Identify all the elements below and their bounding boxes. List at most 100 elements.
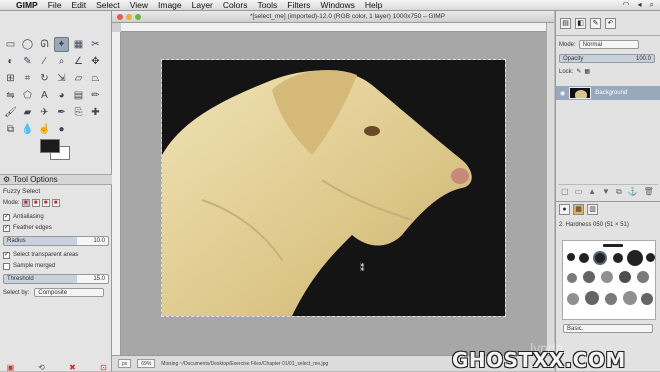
brush-item[interactable] — [619, 271, 631, 283]
select-transparent-checkbox[interactable]: ✓ — [3, 251, 10, 259]
brushes-tab-icon[interactable]: ● — [559, 203, 570, 215]
radius-slider[interactable]: Radius 10.0 — [3, 236, 109, 246]
brush-item[interactable] — [567, 253, 575, 261]
fuzzy-select-icon[interactable]: ✦ — [54, 37, 69, 52]
menu-view[interactable]: View — [130, 0, 148, 10]
brush-item[interactable] — [627, 250, 643, 266]
zoom-selector[interactable]: 69% — [137, 359, 156, 368]
lock-alpha-icon[interactable]: ▦ — [584, 68, 590, 75]
menu-tools[interactable]: Tools — [257, 0, 277, 10]
opacity-slider[interactable]: Opacity 100.0 — [559, 54, 655, 63]
pencil-icon[interactable]: ✏ — [88, 88, 103, 103]
menu-edit[interactable]: Edit — [71, 0, 86, 10]
brush-item[interactable] — [601, 271, 613, 283]
brush-tag-filter[interactable]: Basic. — [563, 324, 653, 333]
paintbrush-icon[interactable]: 🖌 — [3, 105, 18, 120]
brush-item[interactable] — [579, 253, 589, 263]
mode-add-button[interactable]: ■ — [31, 199, 40, 207]
blur-icon[interactable]: 💧 — [20, 122, 35, 137]
menu-filters[interactable]: Filters — [287, 0, 310, 10]
duplicate-layer-icon[interactable]: ⧉ — [616, 187, 622, 197]
color-picker-icon[interactable]: ⁄ — [37, 54, 52, 69]
mode-intersect-button[interactable]: ■ — [51, 199, 60, 207]
align-icon[interactable]: ⊞ — [3, 71, 18, 86]
scissors-select-icon[interactable]: ✂ — [88, 37, 103, 52]
smudge-icon[interactable]: ☝ — [37, 122, 52, 137]
menu-app-gimp[interactable]: GIMP — [16, 0, 38, 10]
visibility-eye-icon[interactable]: ◉ — [560, 90, 565, 97]
feather-edges-checkbox[interactable]: ✓ — [3, 224, 10, 232]
brush-item[interactable] — [605, 293, 617, 305]
ellipse-select-icon[interactable]: ◯ — [20, 37, 35, 52]
rect-select-icon[interactable]: ▭ — [3, 37, 18, 52]
layers-tab-icon[interactable]: ▤ — [560, 17, 571, 29]
brush-item[interactable] — [593, 251, 607, 265]
brush-item[interactable] — [637, 271, 649, 283]
search-icon[interactable]: ⌕ — [650, 0, 654, 10]
layer-row[interactable]: ◉ Background — [556, 86, 660, 100]
image-canvas[interactable] — [161, 59, 506, 317]
brush-item[interactable] — [567, 273, 577, 283]
menu-select[interactable]: Select — [96, 0, 120, 10]
menu-image[interactable]: Image — [158, 0, 182, 10]
lock-pixels-icon[interactable]: ✎ — [576, 68, 581, 75]
brush-item[interactable] — [623, 291, 637, 305]
brush-grid[interactable] — [562, 240, 656, 320]
brush-item[interactable] — [567, 293, 579, 305]
menu-windows[interactable]: Windows — [320, 0, 354, 10]
minimize-window-button[interactable] — [126, 13, 132, 20]
brush-item[interactable] — [585, 291, 599, 305]
ink-icon[interactable]: ✒ — [54, 105, 69, 120]
sample-merged-checkbox[interactable] — [3, 262, 10, 270]
antialiasing-checkbox[interactable]: ✓ — [3, 213, 10, 221]
text-icon[interactable]: A — [37, 88, 52, 103]
brush-item[interactable] — [646, 253, 655, 262]
color-select-icon[interactable]: ▦ — [71, 37, 86, 52]
cage-icon[interactable]: ⬠ — [20, 88, 35, 103]
layer-mode-dropdown[interactable]: Normal — [578, 40, 639, 49]
gradients-tab-icon[interactable]: ▥ — [587, 203, 598, 215]
bucket-fill-icon[interactable]: ◕ — [54, 88, 69, 103]
airbrush-icon[interactable]: ✈ — [37, 105, 52, 120]
unit-selector[interactable]: px — [118, 359, 132, 368]
measure-icon[interactable]: ∠ — [71, 54, 86, 69]
heal-icon[interactable]: ✚ — [88, 105, 103, 120]
eraser-icon[interactable]: ▰ — [20, 105, 35, 120]
shear-icon[interactable]: ▱ — [71, 71, 86, 86]
mode-replace-button[interactable]: ■ — [21, 199, 30, 207]
foreground-color[interactable] — [40, 139, 60, 153]
zoom-icon[interactable]: ⌕ — [54, 54, 69, 69]
perspective-icon[interactable]: ⏢ — [88, 71, 103, 86]
vertical-scrollbar[interactable] — [546, 23, 554, 355]
undo-tab-icon[interactable]: ↶ — [605, 17, 616, 29]
scale-icon[interactable]: ⇲ — [54, 71, 69, 86]
brush-item[interactable] — [641, 293, 653, 305]
blend-icon[interactable]: ▤ — [71, 88, 86, 103]
anchor-layer-icon[interactable]: ⚓ — [628, 187, 638, 196]
menu-colors[interactable]: Colors — [223, 0, 248, 10]
rotate-icon[interactable]: ↻ — [37, 71, 52, 86]
paths-tab-icon[interactable]: ✎ — [590, 17, 601, 29]
dodge-burn-icon[interactable]: ● — [54, 122, 69, 137]
channels-tab-icon[interactable]: ◧ — [575, 17, 586, 29]
patterns-tab-icon[interactable]: ▦ — [573, 203, 584, 215]
perspective-clone-icon[interactable]: ⧉ — [3, 122, 18, 137]
brush-item[interactable] — [613, 253, 623, 263]
raise-layer-icon[interactable]: ▲ — [588, 187, 596, 196]
paths-icon[interactable]: ✎ — [20, 54, 35, 69]
free-select-icon[interactable]: ᘏ — [37, 37, 52, 52]
close-window-button[interactable] — [117, 13, 123, 20]
menu-layer[interactable]: Layer — [192, 0, 213, 10]
threshold-slider[interactable]: Threshold 15.0 — [3, 274, 109, 284]
delete-layer-icon[interactable]: 🗑 — [644, 187, 654, 196]
menu-help[interactable]: Help — [365, 0, 382, 10]
mode-subtract-button[interactable]: ■ — [41, 199, 50, 207]
horizontal-ruler[interactable] — [121, 23, 546, 32]
brush-item[interactable] — [603, 244, 623, 247]
clone-icon[interactable]: ⎘ — [71, 105, 86, 120]
flip-icon[interactable]: ⇋ — [3, 88, 18, 103]
lower-layer-icon[interactable]: ▼ — [602, 187, 610, 196]
wifi-icon[interactable]: ◠ — [623, 0, 630, 10]
crop-icon[interactable]: ⌗ — [20, 71, 35, 86]
new-layer-icon[interactable]: ▢ — [561, 187, 569, 196]
